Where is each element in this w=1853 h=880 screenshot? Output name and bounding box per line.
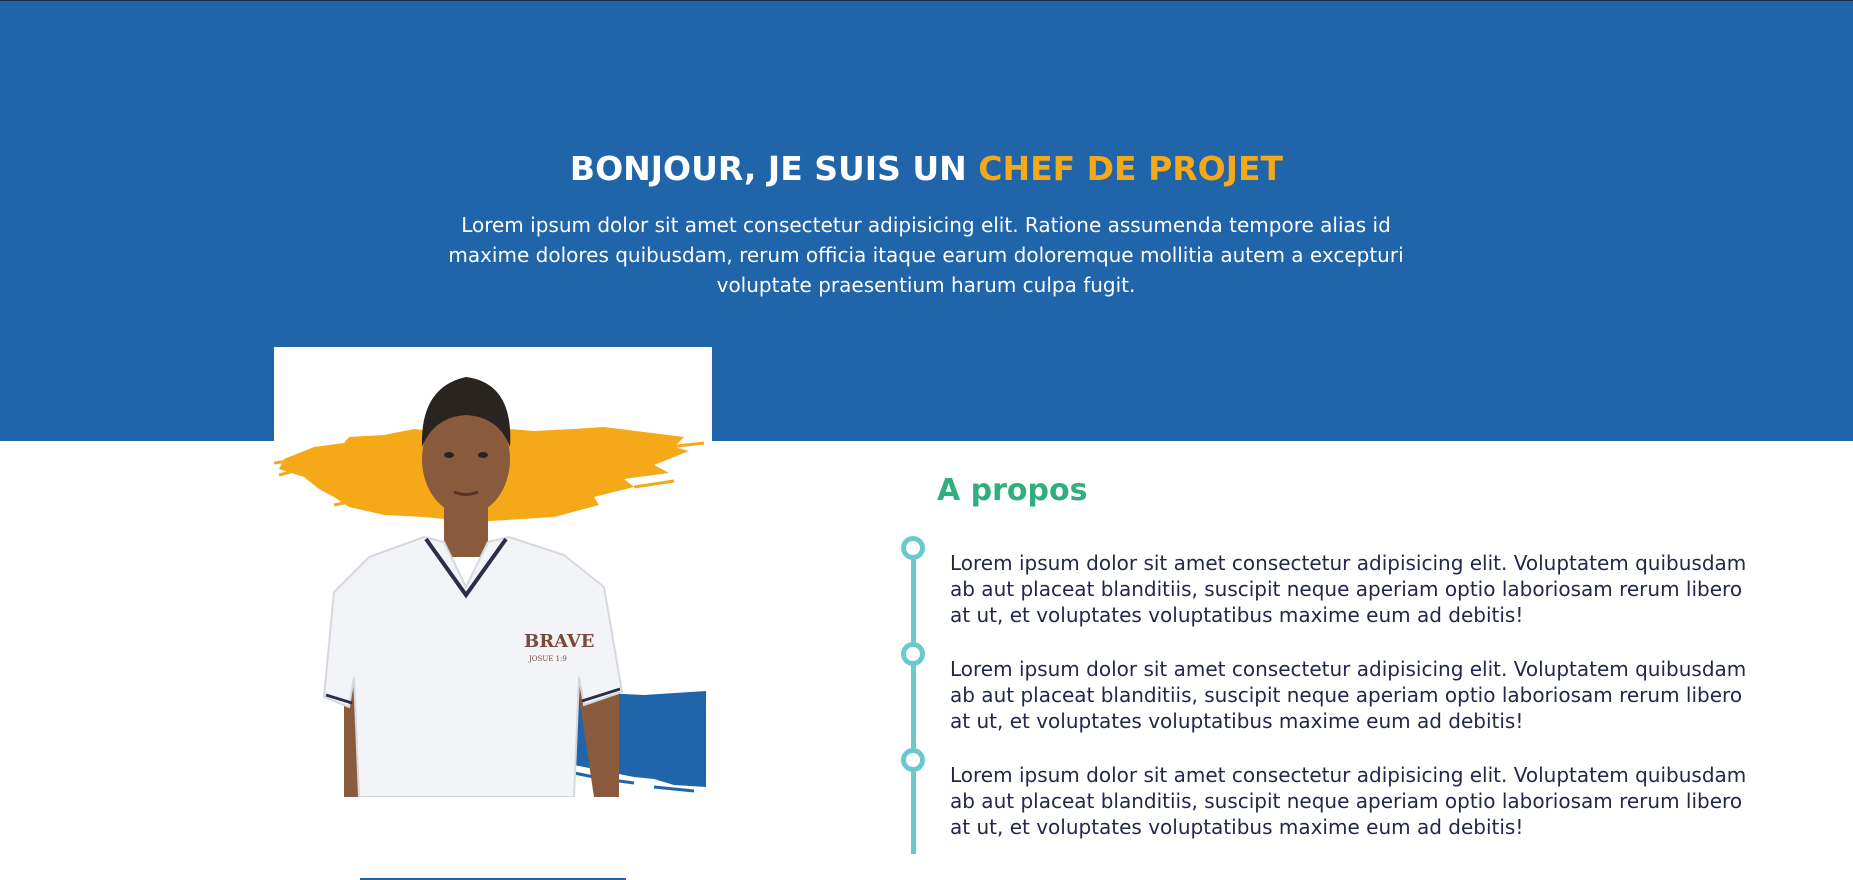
timeline-item-line: ab aut placeat blanditiis, suscipit nequ… [950, 577, 1743, 601]
hero-title: BONJOUR, JE SUIS UN CHEF DE PROJET [0, 149, 1853, 188]
about-title: A propos [937, 473, 1088, 508]
hero-intro-line: Lorem ipsum dolor sit amet consectetur a… [461, 213, 1391, 237]
timeline-item-line: ab aut placeat blanditiis, suscipit nequ… [950, 683, 1743, 707]
profile-photo: BRAVE JOSUE 1:9 [274, 377, 706, 797]
timeline-item-line: at ut, et voluptates voluptatibus maxime… [950, 815, 1524, 839]
hero-title-prefix: BONJOUR, JE SUIS UN [569, 149, 979, 188]
timeline-dot-icon [901, 536, 925, 560]
hero-intro-line: maxime dolores quibusdam, rerum officia … [448, 243, 1404, 267]
timeline-dot-icon [901, 642, 925, 666]
timeline-item-line: ab aut placeat blanditiis, suscipit nequ… [950, 789, 1743, 813]
svg-text:JOSUE 1:9: JOSUE 1:9 [528, 655, 567, 663]
svg-text:BRAVE: BRAVE [524, 631, 595, 652]
timeline-dot-icon [901, 748, 925, 772]
timeline-item: Lorem ipsum dolor sit amet consectetur a… [950, 550, 1760, 628]
timeline-item-line: at ut, et voluptates voluptatibus maxime… [950, 709, 1524, 733]
profile-photo-card: BRAVE JOSUE 1:9 [274, 347, 712, 797]
timeline-line [911, 548, 916, 854]
timeline-item-line: Lorem ipsum dolor sit amet consectetur a… [950, 763, 1747, 787]
hero-intro-line: voluptate praesentium harum culpa fugit. [716, 273, 1136, 297]
timeline-item-line: Lorem ipsum dolor sit amet consectetur a… [950, 657, 1747, 681]
hero-intro: Lorem ipsum dolor sit amet consectetur a… [436, 210, 1416, 300]
hero-title-highlight: CHEF DE PROJET [978, 149, 1284, 188]
timeline-item: Lorem ipsum dolor sit amet consectetur a… [950, 656, 1760, 734]
timeline-item-line: at ut, et voluptates voluptatibus maxime… [950, 603, 1524, 627]
timeline-item-line: Lorem ipsum dolor sit amet consectetur a… [950, 551, 1747, 575]
timeline-item: Lorem ipsum dolor sit amet consectetur a… [950, 762, 1760, 840]
